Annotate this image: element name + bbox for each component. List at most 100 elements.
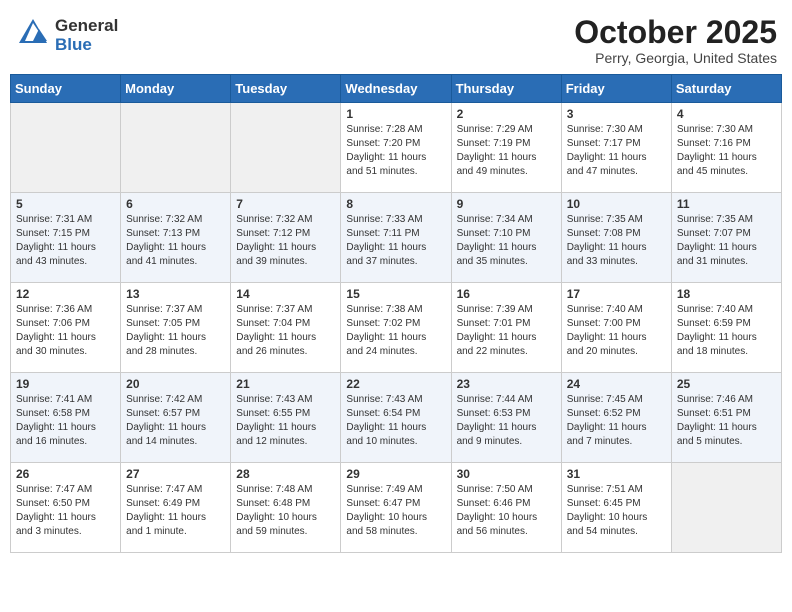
calendar-cell: 18Sunrise: 7:40 AMSunset: 6:59 PMDayligh… — [671, 283, 781, 373]
day-number: 11 — [677, 197, 776, 211]
calendar-cell: 30Sunrise: 7:50 AMSunset: 6:46 PMDayligh… — [451, 463, 561, 553]
calendar-cell: 28Sunrise: 7:48 AMSunset: 6:48 PMDayligh… — [231, 463, 341, 553]
calendar-cell: 24 Sunrise: 7:45 AMSunset: 6:52 PMDayligh… — [561, 373, 671, 463]
day-info: Sunrise: 7:43 AMSunset: 6:55 PMDaylight:… — [236, 393, 335, 449]
calendar-cell: 8 Sunrise: 7:33 AMSunset: 7:11 PMDaylight… — [341, 193, 451, 283]
calendar-cell: 4 Sunrise: 7:30 AMSunset: 7:16 PMDaylight… — [671, 103, 781, 193]
day-info: Sunrise: 7:33 AMSunset: 7:11 PMDaylight:… — [346, 213, 445, 269]
logo: General Blue — [15, 15, 118, 56]
calendar-cell: 11 Sunrise: 7:35 AMSunset: 7:07 PMDayligh… — [671, 193, 781, 283]
day-number: 27 — [126, 467, 225, 481]
day-info: Sunrise: 7:40 AMSunset: 7:00 PMDaylight:… — [567, 303, 666, 359]
day-info: Sunrise: 7:35 AMSunset: 7:07 PMDaylight:… — [677, 213, 776, 269]
day-number: 13 — [126, 287, 225, 301]
day-info: Sunrise: 7:30 AMSunset: 7:16 PMDaylight:… — [677, 123, 776, 179]
location-text: Perry, Georgia, United States — [574, 50, 777, 66]
day-info: Sunrise: 7:49 AMSunset: 6:47 PMDaylight:… — [346, 483, 445, 539]
day-number: 25 — [677, 377, 776, 391]
day-header-saturday: Saturday — [671, 75, 781, 103]
calendar-cell: 12 Sunrise: 7:36 AMSunset: 7:06 PMDayligh… — [11, 283, 121, 373]
day-info: Sunrise: 7:41 AMSunset: 6:58 PMDaylight:… — [16, 393, 115, 449]
day-info: Sunrise: 7:48 AMSunset: 6:48 PMDaylight:… — [236, 483, 335, 539]
day-info: Sunrise: 7:47 AMSunset: 6:49 PMDaylight:… — [126, 483, 225, 539]
day-info: Sunrise: 7:29 AMSunset: 7:19 PMDaylight:… — [457, 123, 556, 179]
page-header: General Blue October 2025 Perry, Georgia… — [10, 10, 782, 66]
day-number: 24 — [567, 377, 666, 391]
calendar-cell: 29 Sunrise: 7:49 AMSunset: 6:47 PMDayligh… — [341, 463, 451, 553]
calendar-cell: 25 Sunrise: 7:46 AMSunset: 6:51 PMDayligh… — [671, 373, 781, 463]
day-header-wednesday: Wednesday — [341, 75, 451, 103]
logo-graphic — [15, 15, 51, 56]
day-number: 7 — [236, 197, 335, 211]
day-info: Sunrise: 7:43 AMSunset: 6:54 PMDaylight:… — [346, 393, 445, 449]
day-number: 6 — [126, 197, 225, 211]
calendar-cell: 5Sunrise: 7:31 AMSunset: 7:15 PMDaylight… — [11, 193, 121, 283]
calendar-cell: 13 Sunrise: 7:37 AMSunset: 7:05 PMDayligh… — [121, 283, 231, 373]
day-info: Sunrise: 7:35 AMSunset: 7:08 PMDaylight:… — [567, 213, 666, 269]
calendar-cell: 1 Sunrise: 7:28 AMSunset: 7:20 PMDaylight… — [341, 103, 451, 193]
calendar-cell: 16 Sunrise: 7:39 AMSunset: 7:01 PMDayligh… — [451, 283, 561, 373]
day-header-sunday: Sunday — [11, 75, 121, 103]
day-number: 3 — [567, 107, 666, 121]
day-info: Sunrise: 7:28 AMSunset: 7:20 PMDaylight:… — [346, 123, 445, 179]
calendar-row-3: 12 Sunrise: 7:36 AMSunset: 7:06 PMDayligh… — [11, 283, 782, 373]
calendar-cell: 17 Sunrise: 7:40 AMSunset: 7:00 PMDayligh… — [561, 283, 671, 373]
day-info: Sunrise: 7:37 AMSunset: 7:05 PMDaylight:… — [126, 303, 225, 359]
day-number: 17 — [567, 287, 666, 301]
logo-general: General — [55, 17, 118, 36]
calendar-cell — [121, 103, 231, 193]
day-info: Sunrise: 7:38 AMSunset: 7:02 PMDaylight:… — [346, 303, 445, 359]
header-row: SundayMondayTuesdayWednesdayThursdayFrid… — [11, 75, 782, 103]
day-header-thursday: Thursday — [451, 75, 561, 103]
day-number: 19 — [16, 377, 115, 391]
calendar-cell: 21 Sunrise: 7:43 AMSunset: 6:55 PMDayligh… — [231, 373, 341, 463]
day-info: Sunrise: 7:37 AMSunset: 7:04 PMDaylight:… — [236, 303, 335, 359]
day-number: 21 — [236, 377, 335, 391]
calendar-cell: 2 Sunrise: 7:29 AMSunset: 7:19 PMDaylight… — [451, 103, 561, 193]
calendar-cell: 27 Sunrise: 7:47 AMSunset: 6:49 PMDayligh… — [121, 463, 231, 553]
day-number: 23 — [457, 377, 556, 391]
day-info: Sunrise: 7:45 AMSunset: 6:52 PMDaylight:… — [567, 393, 666, 449]
day-number: 29 — [346, 467, 445, 481]
day-number: 31 — [567, 467, 666, 481]
day-info: Sunrise: 7:39 AMSunset: 7:01 PMDaylight:… — [457, 303, 556, 359]
calendar-cell: 23 Sunrise: 7:44 AMSunset: 6:53 PMDayligh… — [451, 373, 561, 463]
day-info: Sunrise: 7:42 AMSunset: 6:57 PMDaylight:… — [126, 393, 225, 449]
month-title: October 2025 — [574, 15, 777, 50]
day-number: 22 — [346, 377, 445, 391]
logo-icon — [15, 15, 51, 51]
logo-blue: Blue — [55, 36, 118, 55]
day-info: Sunrise: 7:34 AMSunset: 7:10 PMDaylight:… — [457, 213, 556, 269]
day-header-friday: Friday — [561, 75, 671, 103]
day-info: Sunrise: 7:32 AMSunset: 7:12 PMDaylight:… — [236, 213, 335, 269]
day-number: 2 — [457, 107, 556, 121]
day-number: 4 — [677, 107, 776, 121]
calendar-cell — [671, 463, 781, 553]
calendar-cell: 20 Sunrise: 7:42 AMSunset: 6:57 PMDayligh… — [121, 373, 231, 463]
calendar-row-1: 1 Sunrise: 7:28 AMSunset: 7:20 PMDaylight… — [11, 103, 782, 193]
day-number: 18 — [677, 287, 776, 301]
day-number: 8 — [346, 197, 445, 211]
day-number: 16 — [457, 287, 556, 301]
calendar-cell: 15 Sunrise: 7:38 AMSunset: 7:02 PMDayligh… — [341, 283, 451, 373]
calendar-row-4: 19 Sunrise: 7:41 AMSunset: 6:58 PMDayligh… — [11, 373, 782, 463]
day-info: Sunrise: 7:36 AMSunset: 7:06 PMDaylight:… — [16, 303, 115, 359]
day-info: Sunrise: 7:32 AMSunset: 7:13 PMDaylight:… — [126, 213, 225, 269]
logo-text-block: General Blue — [55, 17, 118, 54]
day-info: Sunrise: 7:51 AMSunset: 6:45 PMDaylight:… — [567, 483, 666, 539]
calendar-table: SundayMondayTuesdayWednesdayThursdayFrid… — [10, 74, 782, 553]
calendar-cell: 9Sunrise: 7:34 AMSunset: 7:10 PMDaylight… — [451, 193, 561, 283]
day-header-tuesday: Tuesday — [231, 75, 341, 103]
calendar-cell: 10Sunrise: 7:35 AMSunset: 7:08 PMDayligh… — [561, 193, 671, 283]
day-number: 12 — [16, 287, 115, 301]
calendar-cell: 26Sunrise: 7:47 AMSunset: 6:50 PMDayligh… — [11, 463, 121, 553]
day-number: 1 — [346, 107, 445, 121]
day-number: 20 — [126, 377, 225, 391]
day-number: 14 — [236, 287, 335, 301]
day-info: Sunrise: 7:46 AMSunset: 6:51 PMDaylight:… — [677, 393, 776, 449]
calendar-cell: 7 Sunrise: 7:32 AMSunset: 7:12 PMDaylight… — [231, 193, 341, 283]
day-number: 15 — [346, 287, 445, 301]
day-info: Sunrise: 7:44 AMSunset: 6:53 PMDaylight:… — [457, 393, 556, 449]
calendar-cell: 14 Sunrise: 7:37 AMSunset: 7:04 PMDayligh… — [231, 283, 341, 373]
day-header-monday: Monday — [121, 75, 231, 103]
